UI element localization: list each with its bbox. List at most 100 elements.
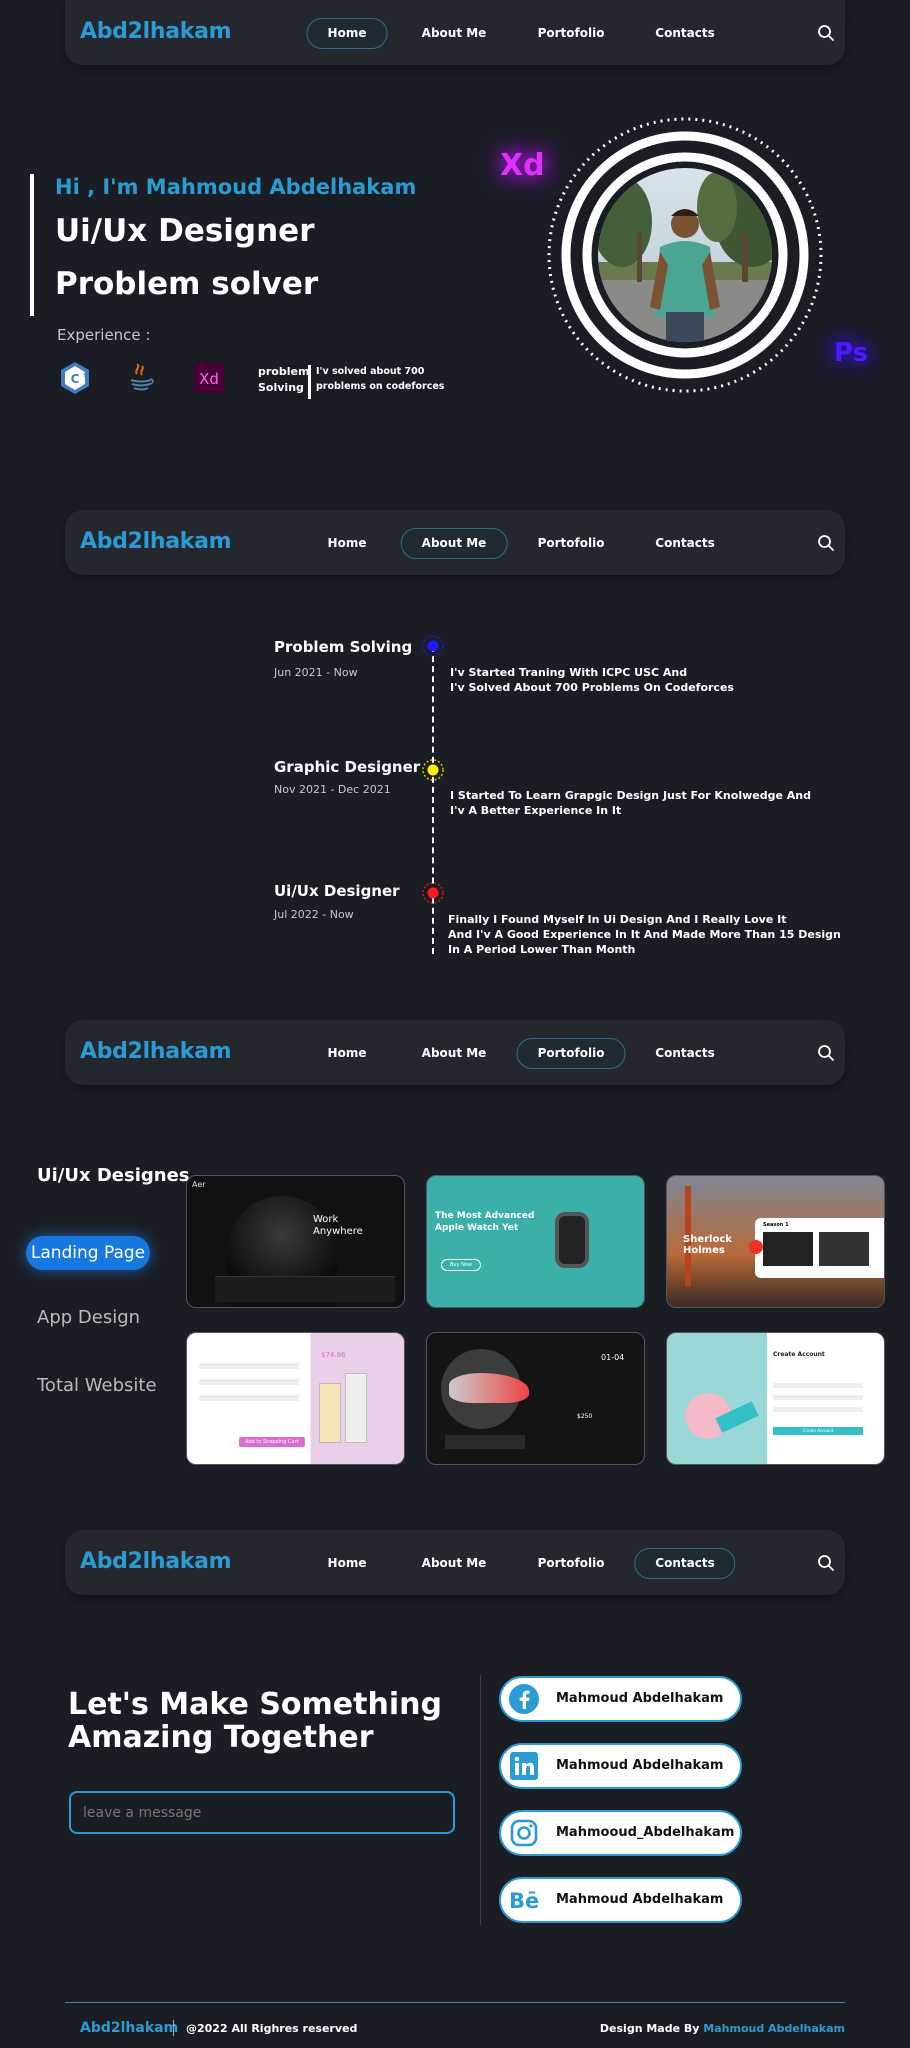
nav-about[interactable]: About Me	[401, 18, 508, 49]
cpp-icon: C +	[61, 362, 89, 394]
brand-logo[interactable]: Abd2lhakam	[80, 1039, 232, 1064]
card-thumb-1	[763, 1232, 813, 1266]
card-headline-1: Sherlock	[683, 1234, 732, 1245]
nav-contacts[interactable]: Contacts	[634, 528, 735, 559]
category-total-website[interactable]: Total Website	[37, 1375, 157, 1396]
card-thumb-strip	[445, 1435, 525, 1449]
xd-glow-badge: Xd	[500, 148, 545, 183]
card-headline: Sherlock Holmes	[683, 1234, 732, 1256]
timeline-desc: I Started To Learn Grapgic Design Just F…	[450, 788, 811, 818]
nav-about[interactable]: About Me	[401, 1548, 508, 1579]
hero-role-1: Ui/Ux Designer	[55, 213, 315, 249]
nav-home[interactable]: Home	[307, 1038, 388, 1069]
footer-brand[interactable]: Abd2lhakam	[80, 2020, 178, 2036]
timeline-desc: I'v Started Traning With ICPC USC And I'v…	[450, 665, 734, 695]
timeline-desc-line: Finally I Found Myself In Ui Design And …	[448, 913, 787, 926]
nav-home[interactable]: Home	[307, 1548, 388, 1579]
portfolio-card-sherlock[interactable]: Sherlock Holmes Season 1	[666, 1175, 885, 1308]
nav-contacts[interactable]: Contacts	[634, 18, 735, 49]
profile-photo-frame	[547, 117, 823, 393]
problem-solving-label: problem Solving	[258, 364, 309, 396]
social-label: Mahmoud Abdelhakam	[556, 1691, 724, 1706]
contact-divider	[480, 1675, 481, 1925]
problem-note-line-2: problems on codeforces	[316, 381, 445, 392]
social-linkedin[interactable]: Mahmoud Abdelhakam	[499, 1743, 742, 1789]
card-footer-strip	[215, 1276, 395, 1302]
social-label: Mahmoud Abdelhakam	[556, 1758, 724, 1773]
nav-contacts[interactable]: Contacts	[634, 1548, 736, 1579]
card-price: $74.86	[321, 1351, 346, 1359]
category-app-design[interactable]: App Design	[37, 1307, 140, 1328]
java-icon	[130, 363, 154, 391]
problem-solving-divider	[308, 365, 311, 399]
social-facebook[interactable]: Mahmoud Abdelhakam	[499, 1676, 742, 1722]
adobe-xd-icon: Xd	[194, 363, 224, 393]
hero-role-2: Problem solver	[55, 266, 319, 302]
brand-logo[interactable]: Abd2lhakam	[80, 19, 232, 44]
navbar-about-section: Abd2lhakam Home About Me Portofolio Cont…	[65, 510, 845, 575]
footer-copyright: @2022 All Righres reserved	[186, 2022, 358, 2035]
navbar-home-section: Abd2lhakam Home About Me Portofolio Cont…	[65, 0, 845, 65]
message-input[interactable]	[69, 1791, 455, 1834]
svg-text:C: C	[71, 372, 80, 386]
nav-contacts[interactable]: Contacts	[634, 1038, 735, 1069]
portfolio-card-create-account[interactable]: Create Account Create Account	[666, 1332, 885, 1465]
nav-home[interactable]: Home	[306, 18, 388, 49]
instagram-icon	[510, 1819, 538, 1847]
svg-text:Bē: Bē	[509, 1889, 539, 1913]
category-landing-page[interactable]: Landing Page	[26, 1236, 150, 1270]
behance-icon: Bē	[509, 1889, 539, 1913]
nav-portfolio[interactable]: Portofolio	[517, 1548, 626, 1579]
search-icon[interactable]	[817, 1554, 835, 1572]
facebook-icon	[509, 1684, 539, 1714]
linkedin-icon	[510, 1752, 538, 1780]
social-behance[interactable]: Bē Mahmoud Abdelhakam	[499, 1877, 742, 1923]
nav-about[interactable]: About Me	[401, 1038, 508, 1069]
social-label: Mahmooud_Abdelhakam	[556, 1825, 735, 1840]
timeline-line	[432, 646, 434, 954]
contact-heading: Let's Make Something Amazing Together	[68, 1688, 442, 1754]
problem-note-line-1: I'v solved about 700	[316, 366, 425, 377]
nav-portfolio[interactable]: Portofolio	[516, 1038, 626, 1069]
card-price: $250	[577, 1413, 593, 1420]
footer-credit: Design Made By Mahmoud Abdelhakam	[600, 2022, 845, 2035]
card-form-title: Create Account	[773, 1351, 825, 1358]
social-instagram[interactable]: Mahmooud_Abdelhakam	[499, 1810, 742, 1856]
timeline-desc-line: And I'v A Good Experience In It And Made…	[448, 928, 841, 941]
timeline-date: Jul 2022 - Now	[274, 908, 354, 921]
portfolio-card-nike[interactable]: 01-04 $250	[426, 1332, 645, 1465]
portfolio-card-work-anywhere[interactable]: Aer Work Anywhere	[186, 1175, 405, 1308]
timeline-desc-line: In A Period Lower Than Month	[448, 943, 636, 956]
nav-home[interactable]: Home	[307, 528, 388, 559]
card-slide-counter: 01-04	[601, 1353, 625, 1362]
search-icon[interactable]	[817, 534, 835, 552]
timeline-title: Problem Solving	[274, 638, 413, 656]
portfolio-card-perfume[interactable]: Add to Shopping Cart $74.86	[186, 1332, 405, 1465]
brand-logo[interactable]: Abd2lhakam	[80, 1549, 232, 1574]
navbar-contacts-section: Abd2lhakam Home About Me Portofolio Cont…	[65, 1530, 845, 1595]
card-bottle-2	[345, 1373, 367, 1443]
timeline-title: Graphic Designer	[274, 758, 421, 776]
search-icon[interactable]	[817, 1044, 835, 1062]
card-form-row	[773, 1383, 863, 1388]
timeline-desc-line: I'v Solved About 700 Problems On Codefor…	[450, 681, 734, 694]
timeline-date: Jun 2021 - Now	[274, 666, 358, 679]
card-play-icon	[749, 1240, 763, 1254]
timeline-desc-line: I'v A Better Experience In It	[450, 804, 622, 817]
nav-about[interactable]: About Me	[400, 528, 508, 559]
portfolio-card-apple-watch[interactable]: The Most Advanced Apple Watch Yet Buy Now	[426, 1175, 645, 1308]
nav-portfolio[interactable]: Portofolio	[517, 528, 626, 559]
card-form-row	[773, 1407, 863, 1412]
search-icon[interactable]	[817, 24, 835, 42]
social-label: Mahmoud Abdelhakam	[556, 1892, 724, 1907]
card-form-row	[199, 1379, 299, 1385]
timeline-desc-line: I Started To Learn Grapgic Design Just F…	[450, 789, 811, 802]
svg-text:+: +	[82, 372, 87, 379]
experience-label: Experience :	[57, 326, 151, 344]
problem-label-line-2: Solving	[258, 381, 304, 394]
ps-glow-badge: Ps	[834, 338, 869, 368]
footer-credit-name[interactable]: Mahmoud Abdelhakam	[703, 2022, 845, 2035]
nav-portfolio[interactable]: Portofolio	[517, 18, 626, 49]
brand-logo[interactable]: Abd2lhakam	[80, 529, 232, 554]
svg-text:Xd: Xd	[199, 370, 219, 388]
